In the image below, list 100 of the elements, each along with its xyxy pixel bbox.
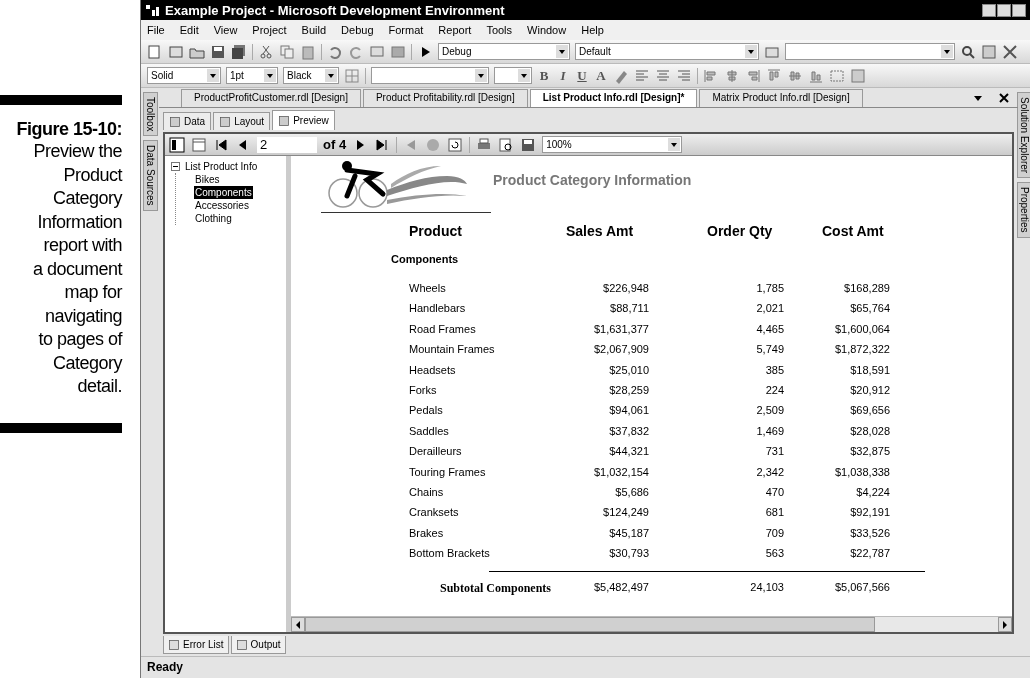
table-cell-text: $28,259 [608, 383, 649, 398]
document-tab[interactable]: ProductProfitCustomer.rdl [Design] [181, 89, 361, 107]
menu-item[interactable]: View [213, 24, 238, 36]
table-cell-text: Handlebars [409, 302, 467, 317]
table-cell-text: $5,482,497 [592, 581, 649, 596]
table-cell-text: 385 [764, 363, 784, 378]
page-count: of 4 [323, 137, 347, 152]
table-cell-text: Saddles [409, 424, 450, 439]
tree-item[interactable]: Accessories [194, 199, 250, 212]
table-cell-text: $28,028 [849, 424, 890, 439]
menu-item[interactable]: Edit [179, 24, 199, 36]
table-cell-text: $20,912 [849, 383, 890, 398]
table-cell-text: $2,067,909 [592, 343, 649, 358]
configuration-dropdown[interactable]: Debug [438, 43, 570, 60]
color-dropdown[interactable]: Black [283, 67, 339, 84]
document-tab[interactable]: List Product Info.rdl [Design]* [529, 89, 698, 107]
table-cell-text: Touring Frames [409, 465, 487, 480]
page-number-field[interactable]: 2 [257, 136, 317, 153]
table-cell-text: $1,631,377 [592, 322, 649, 337]
tree-item[interactable]: Bikes [194, 173, 221, 186]
view-tab[interactable]: Layout [213, 112, 271, 130]
table-cell-text: $33,526 [849, 526, 890, 541]
table-cell-text: $69,656 [849, 404, 890, 419]
table-cell-text: $5,686 [614, 485, 649, 500]
table-cell-text: 2,509 [755, 404, 784, 419]
table-cell-text: Forks [409, 383, 438, 398]
table-cell-text: $30,793 [608, 547, 649, 562]
table-cell-text: Brakes [409, 526, 445, 541]
tree-item[interactable]: List Product Info [184, 160, 259, 173]
table-cell-text: $94,061 [608, 404, 649, 419]
column-header: Order Qty [706, 223, 774, 241]
view-tab[interactable]: Data [163, 112, 212, 130]
table-cell-text: 2,021 [755, 302, 784, 317]
format-button[interactable]: I [556, 67, 570, 84]
column-header: Sales Amt [565, 223, 635, 241]
menu-item[interactable]: Build [301, 24, 327, 36]
table-cell-text: $226,948 [602, 282, 649, 296]
side-panel-tab[interactable]: Properties [1016, 182, 1030, 238]
format-button[interactable]: B [537, 67, 551, 84]
menu-item[interactable]: Report [438, 24, 472, 36]
column-header: Product [409, 223, 463, 241]
table-cell-text: $1,872,322 [833, 343, 890, 358]
line-style-dropdown[interactable]: Solid [147, 67, 221, 84]
side-panel-tab[interactable]: Solution Explorer [1016, 92, 1030, 179]
table-cell-text: $5,067,566 [833, 581, 890, 596]
view-tab[interactable]: Preview [272, 110, 335, 130]
table-cell-text: $168,289 [843, 282, 890, 296]
table-cell-text: 681 [764, 506, 784, 521]
table-cell-text: $18,591 [849, 363, 890, 378]
figure-number: Figure 15-10: [16, 119, 122, 140]
table-cell-text: 224 [764, 383, 784, 398]
table-cell-text: Cranksets [409, 506, 460, 521]
format-button[interactable]: A [594, 67, 608, 84]
document-tab[interactable]: Product Profitability.rdl [Design] [362, 89, 528, 107]
table-cell-text: 2,342 [755, 465, 784, 480]
report-title: Product Category Information [493, 172, 692, 188]
table-cell-text: Mountain Frames [409, 343, 496, 358]
document-tab[interactable]: Matrix Product Info.rdl [Design] [699, 89, 863, 107]
menu-item[interactable]: Debug [341, 24, 374, 36]
table-cell-text: 1,469 [755, 424, 784, 439]
table-cell-text: 731 [764, 445, 784, 460]
table-cell-text: $92,191 [849, 506, 890, 521]
table-cell-text: Chains [409, 485, 445, 500]
table-cell-text: $44,321 [608, 445, 649, 460]
platform-dropdown[interactable]: Default [575, 43, 759, 60]
column-header: Cost Amt [821, 223, 885, 241]
table-cell-text: $22,787 [849, 547, 890, 562]
table-cell-text: Bottom Brackets [409, 547, 491, 562]
table-cell-text: $88,711 [609, 302, 649, 317]
side-panel-tab[interactable]: Data Sources [142, 140, 158, 212]
line-width-dropdown[interactable]: 1pt [226, 67, 278, 84]
table-cell-text: $25,010 [608, 363, 649, 378]
table-cell-text: Headsets [409, 363, 457, 378]
table-cell-text: 1,785 [755, 282, 784, 296]
panel-tab[interactable]: Error List [163, 636, 229, 654]
table-cell-text: 24,103 [749, 581, 784, 596]
menu-item[interactable]: Format [388, 24, 424, 36]
side-panel-tab[interactable]: Toolbox [142, 92, 158, 137]
table-cell-text: $37,832 [608, 424, 649, 439]
panel-tab[interactable]: Output [230, 636, 286, 654]
menu-item[interactable]: Project [252, 24, 287, 36]
table-cell-text: 709 [764, 526, 784, 541]
table-cell-text: Derailleurs [409, 445, 463, 460]
window-title: Example Project - Microsoft Development Environment [165, 2, 505, 18]
table-cell-text: Road Frames [409, 322, 477, 337]
table-cell-text: 4,465 [755, 322, 784, 337]
zoom-dropdown[interactable]: 100% [542, 136, 683, 153]
menu-item[interactable]: Tools [486, 24, 513, 36]
format-button[interactable]: U [575, 67, 589, 84]
table-cell-text: 563 [764, 547, 784, 562]
table-cell-text: 5,749 [755, 343, 784, 358]
table-cell-text: $124,249 [602, 506, 649, 521]
menu-item[interactable]: File [147, 24, 165, 36]
table-cell-text: $65,764 [849, 302, 890, 317]
menu-item[interactable]: Help [581, 24, 604, 36]
tree-item[interactable]: Clothing [194, 212, 233, 225]
menu-item[interactable]: Window [527, 24, 567, 36]
tree-item[interactable]: Components [194, 186, 253, 199]
table-cell-text: $1,038,338 [833, 465, 890, 480]
table-cell-text: $1,032,154 [592, 465, 649, 480]
